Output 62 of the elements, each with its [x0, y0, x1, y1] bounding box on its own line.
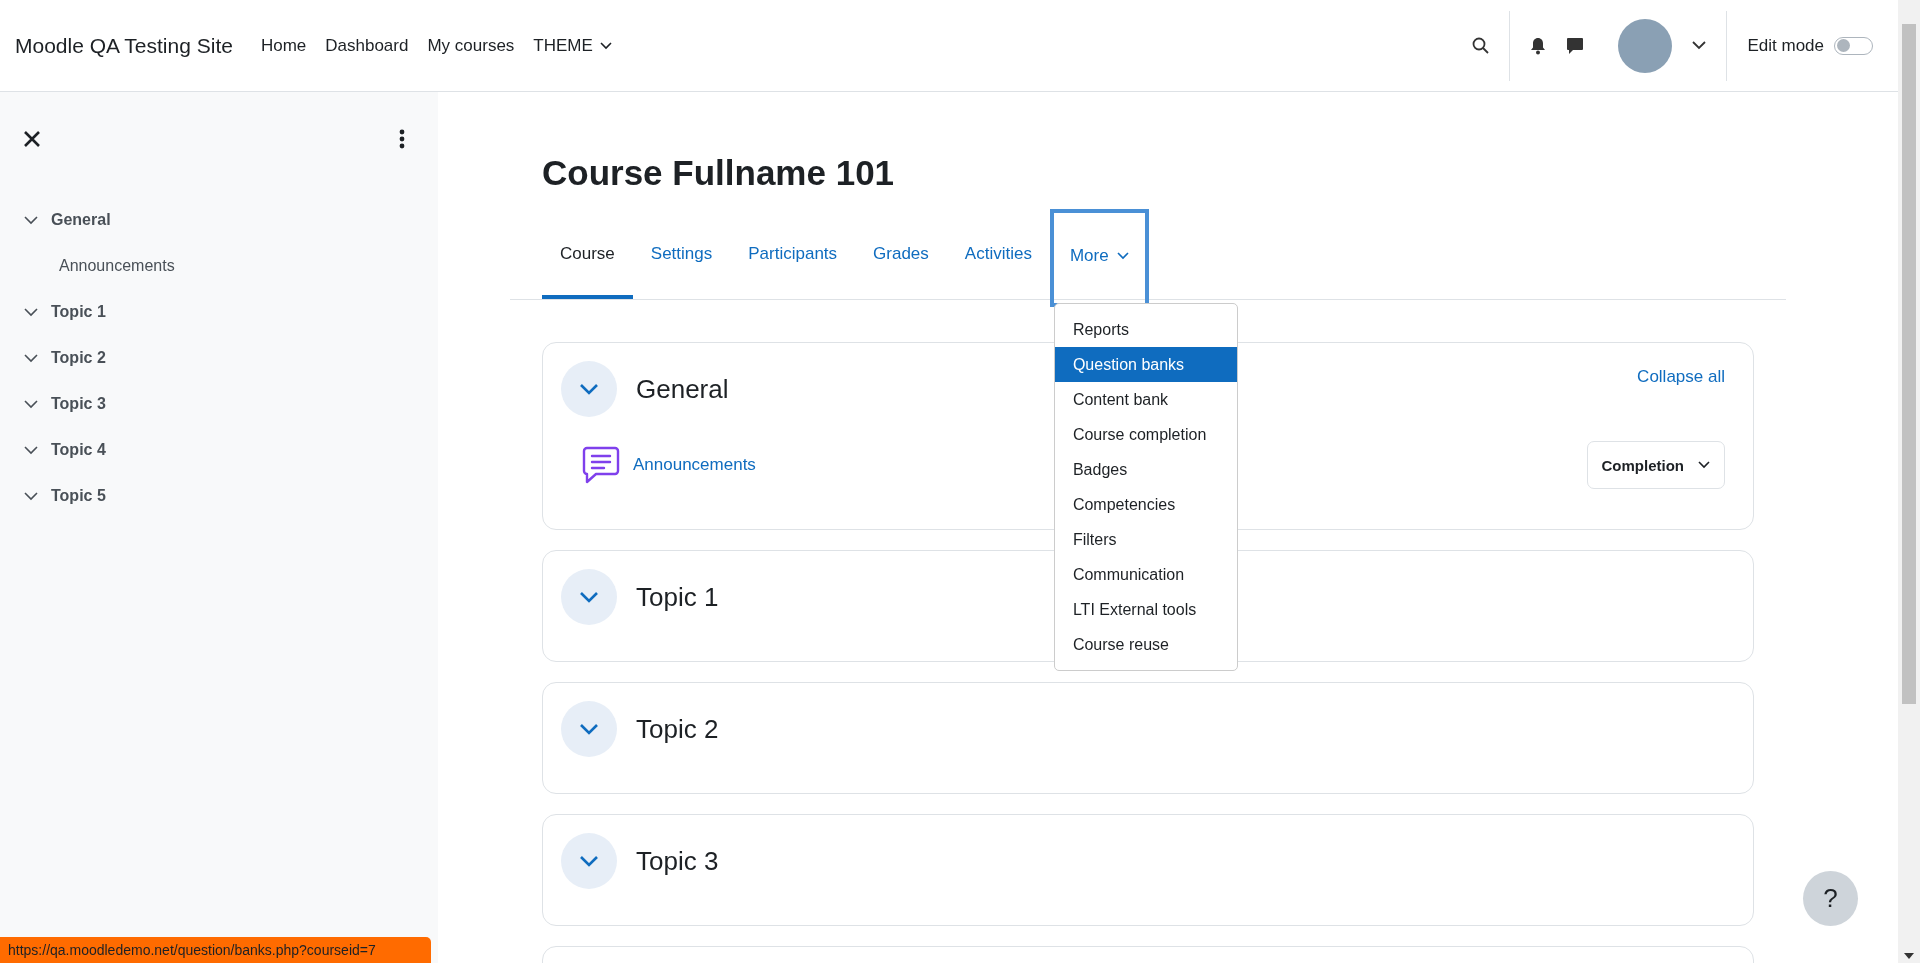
- menu-item[interactable]: Competencies: [1054, 487, 1237, 522]
- section-title: General: [636, 373, 729, 405]
- course-tab[interactable]: Grades: [855, 209, 947, 299]
- course-title: Course Fullname 101: [541, 152, 896, 194]
- nav-link[interactable]: Home: [260, 35, 307, 56]
- menu-item[interactable]: Reports: [1054, 312, 1237, 347]
- section-title: Topic 2: [636, 713, 719, 745]
- section-toggle[interactable]: [561, 833, 617, 889]
- chevron-icon: [579, 383, 599, 395]
- chevron-icon[interactable]: [24, 353, 38, 363]
- menu-item[interactable]: Content bank: [1054, 382, 1237, 417]
- activity-link[interactable]: Announcements: [633, 455, 756, 475]
- menu-item[interactable]: Filters: [1054, 522, 1237, 557]
- collapse-all-link[interactable]: Collapse all: [1637, 367, 1725, 387]
- course-tab[interactable]: Settings: [632, 209, 731, 299]
- chevron-icon[interactable]: [24, 445, 38, 455]
- bell-icon[interactable]: [1530, 36, 1547, 55]
- kebab-menu-icon[interactable]: [399, 129, 405, 149]
- course-index-section[interactable]: Topic 5: [51, 487, 106, 505]
- scrollbar[interactable]: [1898, 0, 1920, 963]
- course-index-section[interactable]: Topic 2: [51, 349, 106, 367]
- chevron-icon[interactable]: [24, 399, 38, 409]
- status-bar-url: https://qa.moodledemo.net/question/banks.php?courseid=7: [0, 937, 431, 963]
- menu-item[interactable]: Course completion: [1054, 417, 1237, 452]
- menu-item[interactable]: Communication: [1054, 557, 1237, 592]
- menu-item[interactable]: Badges: [1054, 452, 1237, 487]
- section-title: Topic 3: [636, 845, 719, 877]
- course-index-activity[interactable]: Announcements: [24, 243, 438, 289]
- course-tab[interactable]: Course: [542, 209, 633, 299]
- course-tab[interactable]: Participants: [730, 209, 856, 299]
- chevron-icon[interactable]: [24, 491, 38, 501]
- completion-button[interactable]: Completion: [1586, 441, 1725, 489]
- nav-link[interactable]: Dashboard: [325, 35, 409, 56]
- nav-link[interactable]: THEME: [533, 35, 612, 56]
- section-title: Topic 1: [636, 581, 719, 613]
- site-name[interactable]: Moodle QA Testing Site: [15, 33, 233, 58]
- search-icon[interactable]: [1472, 37, 1490, 54]
- chevron-icon[interactable]: [24, 307, 38, 317]
- forum-icon: [581, 445, 621, 485]
- menu-item[interactable]: LTI External tools: [1054, 592, 1237, 627]
- menu-item[interactable]: Question banks: [1054, 347, 1237, 382]
- close-icon[interactable]: [24, 131, 40, 147]
- caret-icon: [1698, 461, 1710, 469]
- course-tab[interactable]: More: [1049, 209, 1149, 307]
- chevron-icon[interactable]: [24, 215, 38, 225]
- course-index-section[interactable]: Topic 1: [51, 303, 106, 321]
- chat-icon[interactable]: [1566, 36, 1585, 55]
- chevron-icon: [579, 591, 599, 603]
- section-toggle[interactable]: [561, 569, 617, 625]
- section-toggle[interactable]: [561, 361, 617, 417]
- course-index-section[interactable]: Topic 3: [51, 395, 106, 413]
- edit-mode-label: Edit mode: [1747, 35, 1824, 56]
- chevron-icon: [579, 723, 599, 735]
- chevron-icon: [579, 855, 599, 867]
- course-index-section[interactable]: Topic 4: [51, 441, 106, 459]
- nav-link[interactable]: My courses: [427, 35, 515, 56]
- menu-item[interactable]: Course reuse: [1054, 627, 1237, 662]
- scroll-down-arrow-icon[interactable]: [1904, 953, 1914, 959]
- course-index-section[interactable]: General: [51, 211, 111, 229]
- course-tab[interactable]: Activities: [946, 209, 1050, 299]
- caret-icon[interactable]: [1692, 41, 1707, 50]
- section-toggle[interactable]: [561, 701, 617, 757]
